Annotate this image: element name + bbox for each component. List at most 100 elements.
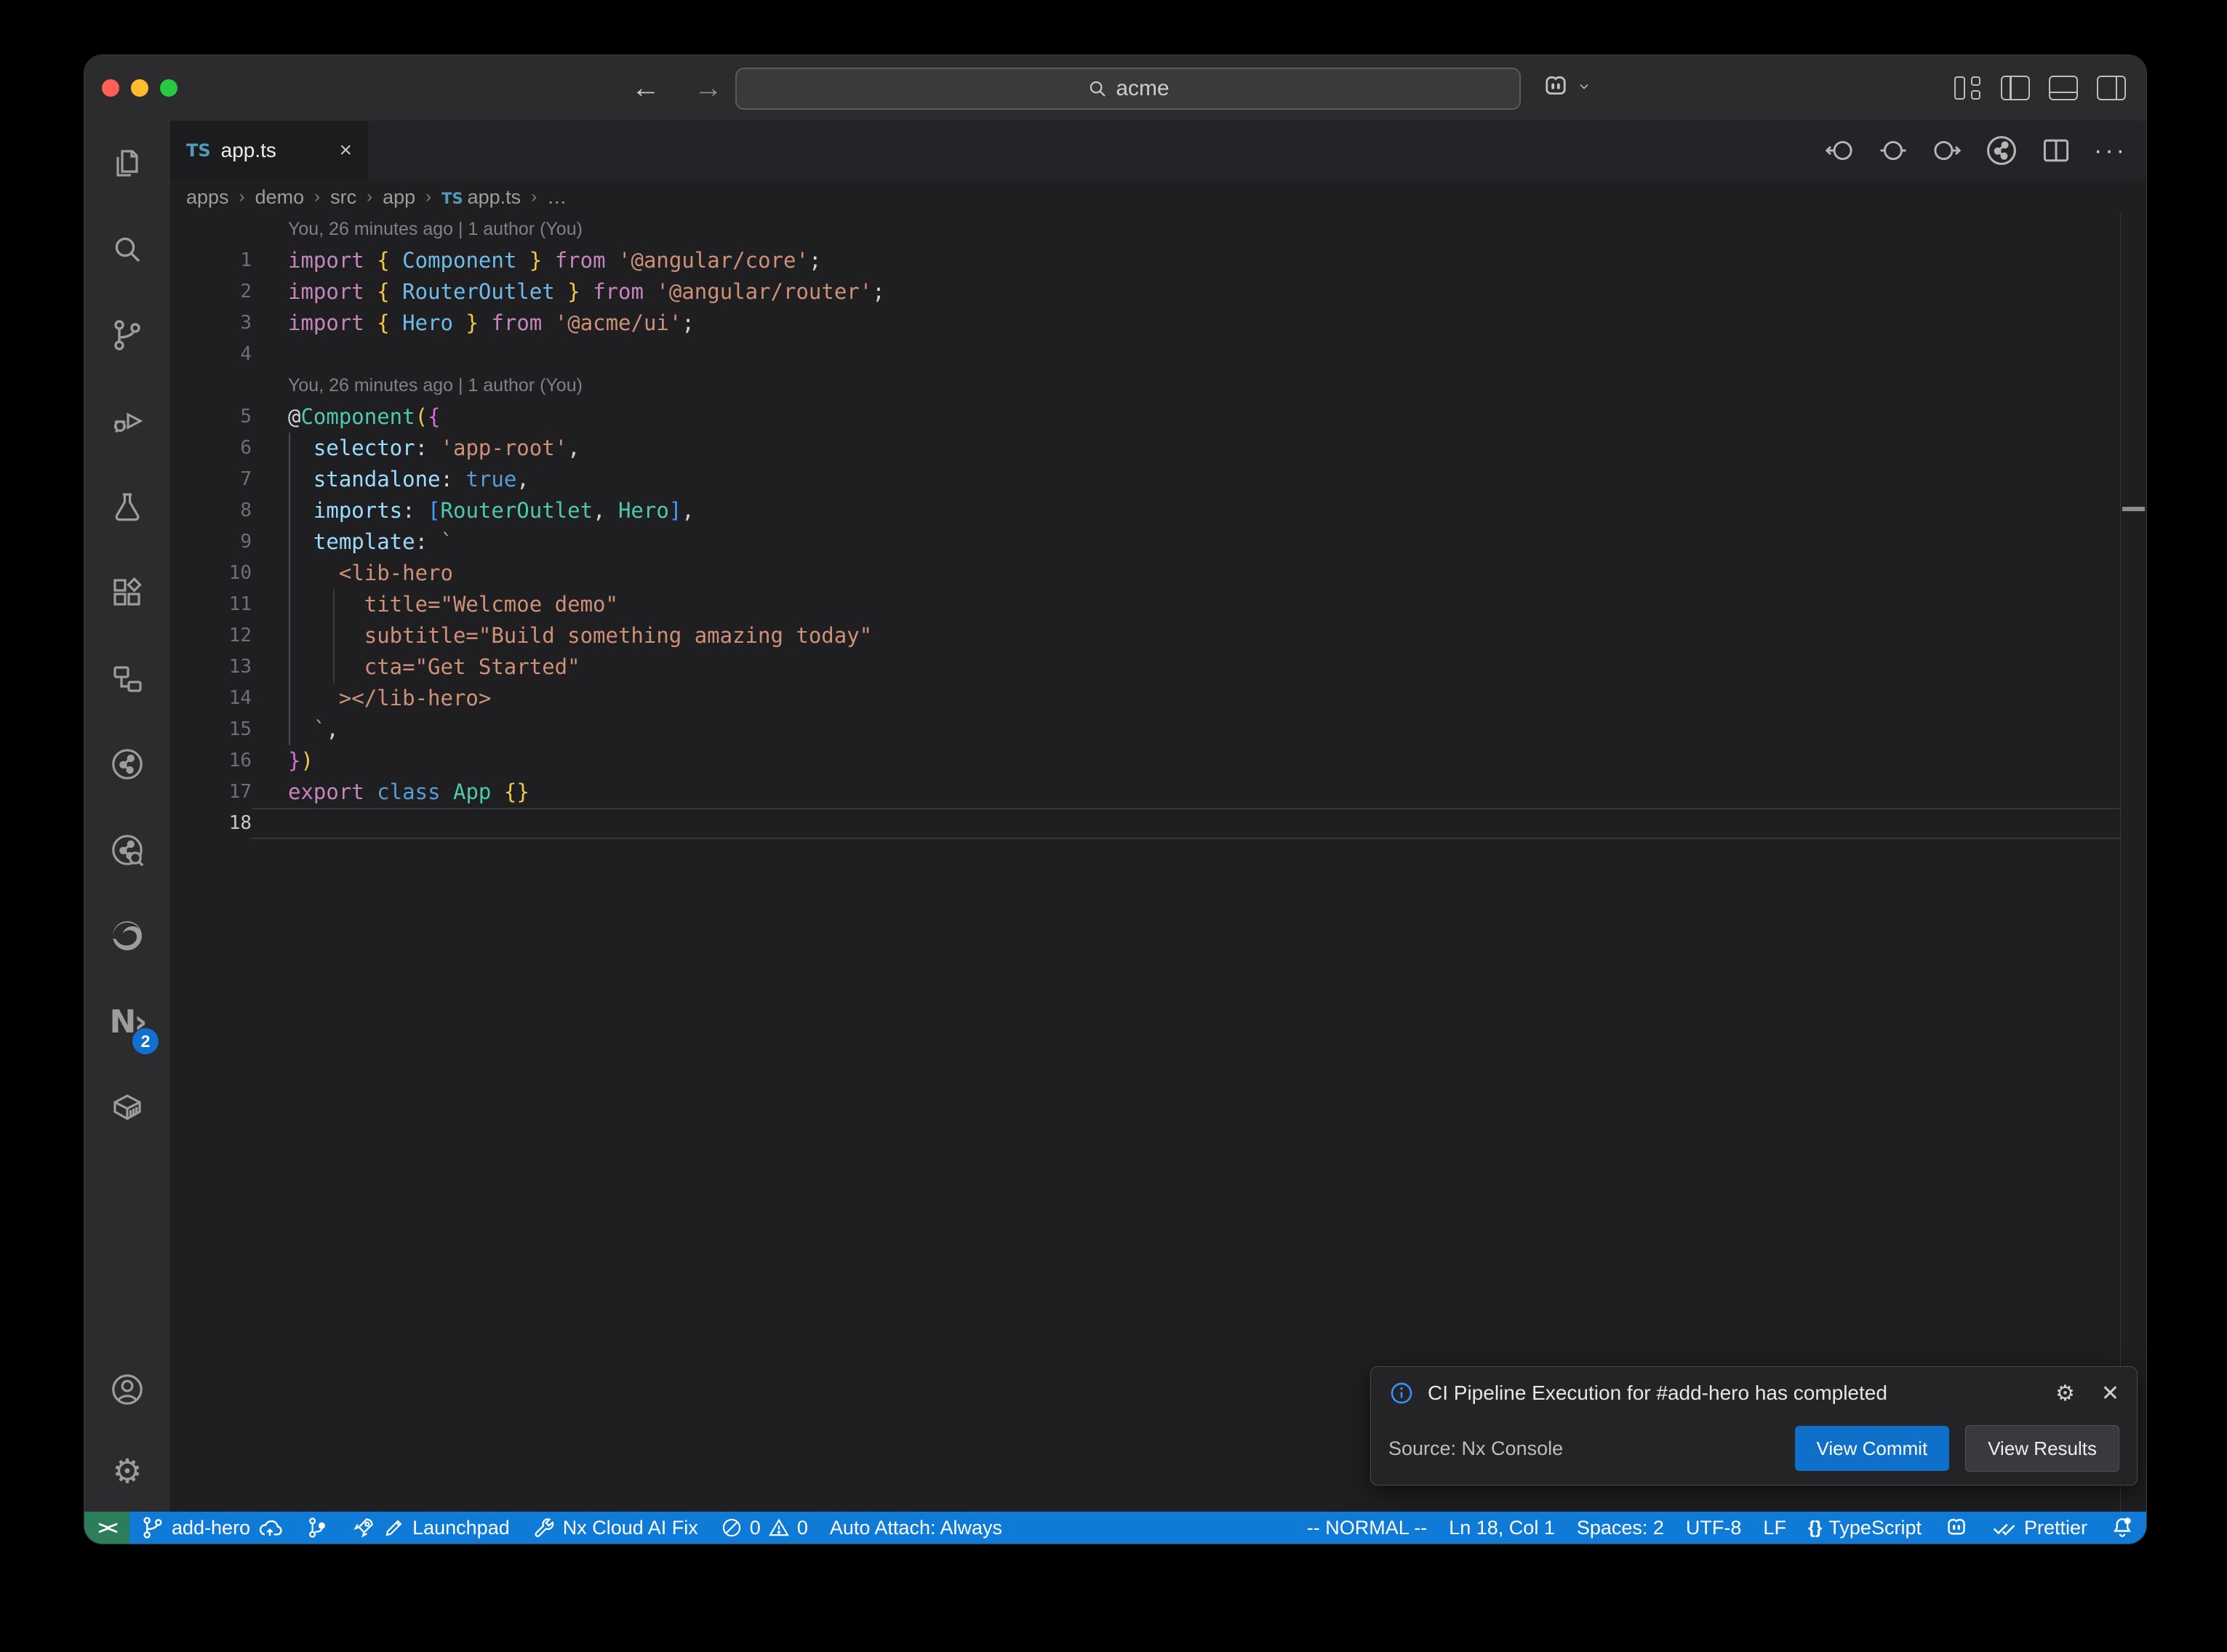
language-status[interactable]: {} TypeScript [1797,1512,1932,1544]
eol-status[interactable]: LF [1752,1512,1797,1544]
problems-status[interactable]: 0 0 [709,1512,819,1544]
tab-label: app.ts [221,139,329,162]
editor-actions: ··· [1823,121,2146,180]
copilot-status[interactable] [1932,1512,1980,1544]
sidebar-item-source-control[interactable] [84,292,170,378]
view-commit-button[interactable]: View Commit [1795,1426,1950,1471]
sidebar-item-explorer[interactable] [84,121,170,206]
editor-scrollbar[interactable] [2120,214,2146,1512]
notifications-status[interactable] [2098,1512,2146,1544]
sidebar-item-graph[interactable] [84,721,170,807]
code-line[interactable]: `, [252,714,339,745]
notification-settings-icon[interactable]: ⚙ [2055,1381,2075,1406]
code-line[interactable]: <lib-hero [252,558,453,589]
titlebar: ← → acme [84,55,2146,121]
sidebar-item-hierarchy[interactable] [84,635,170,721]
encoding-status[interactable]: UTF-8 [1675,1512,1753,1544]
current-change-icon[interactable] [1877,135,1909,167]
code-line[interactable]: selector: 'app-root', [252,433,580,464]
source-control-icon [110,318,145,353]
editor-group: TS app.ts × ··· apps›demo›src›app›TSapp.… [170,121,2146,1512]
line-number: 8 [170,495,252,526]
toggle-panel-icon[interactable] [2049,76,2078,100]
code-line[interactable]: import { Hero } from '@acme/ui'; [252,308,695,339]
code-line[interactable]: cta="Get Started" [252,651,580,683]
copilot-menu[interactable] [1540,71,1591,102]
forward-arrow-icon[interactable]: → [694,55,723,121]
next-change-icon[interactable] [1931,135,1963,167]
remote-indicator[interactable]: >< [84,1512,129,1544]
testing-icon [110,489,145,524]
launchpad-status[interactable]: Launchpad [340,1512,521,1544]
code-row: 4 [170,339,2146,370]
auto-attach-status[interactable]: Auto Attach: Always [819,1512,1013,1544]
code-line[interactable]: import { Component } from '@angular/core… [252,245,821,276]
errors-icon [720,1516,743,1539]
code-line[interactable]: import { RouterOutlet } from '@angular/r… [252,276,885,308]
sidebar-item-nx-console[interactable]: N› 2 [84,979,170,1064]
code-row: 10 <lib-hero [170,558,2146,589]
code-line[interactable]: standalone: true, [252,464,529,495]
cursor-position-status[interactable]: Ln 18, Col 1 [1438,1512,1566,1544]
code-line[interactable] [252,339,288,370]
close-window-button[interactable] [102,79,119,97]
commit-graph-status[interactable] [294,1512,340,1544]
close-tab-icon[interactable]: × [339,138,352,163]
back-arrow-icon[interactable]: ← [631,55,660,121]
code-line[interactable] [252,808,288,839]
vim-mode-status[interactable]: -- NORMAL -- [1296,1512,1438,1544]
sidebar-item-testing[interactable] [84,464,170,550]
sidebar-item-container[interactable] [84,1064,170,1150]
nx-fix-label: Nx Cloud AI Fix [563,1517,698,1539]
sidebar-item-account[interactable] [84,1349,170,1430]
code-line[interactable]: ></lib-hero> [252,683,491,714]
sidebar-item-graph-search[interactable] [84,807,170,893]
sidebar-item-settings[interactable]: ⚙ [84,1430,170,1512]
nx-cloud-fix-status[interactable]: Nx Cloud AI Fix [521,1512,709,1544]
sidebar-item-search[interactable] [84,206,170,292]
breadcrumb-item[interactable]: app [383,186,415,209]
close-notification-icon[interactable]: ✕ [2101,1381,2119,1406]
minimize-window-button[interactable] [131,79,148,97]
overview-ruler-marker [2122,507,2145,511]
sidebar-item-run-debug[interactable] [84,378,170,464]
code-row: 15 `, [170,714,2146,745]
breadcrumb-item[interactable]: src [330,186,356,209]
code-line[interactable]: export class App {} [252,777,529,808]
indentation-status[interactable]: Spaces: 2 [1566,1512,1675,1544]
breadcrumb-item[interactable]: … [547,186,567,209]
code-line[interactable]: @Component({ [252,401,441,433]
breadcrumb-item[interactable]: TSapp.ts [441,186,521,209]
split-editor-icon[interactable] [2040,135,2072,167]
line-number: 16 [170,745,252,777]
toggle-secondary-sidebar-icon[interactable] [2097,76,2126,100]
code-line[interactable]: template: ` [252,526,453,558]
breadcrumb-item[interactable]: demo [255,186,305,209]
breadcrumb-separator: › [367,187,372,207]
tab-app-ts[interactable]: TS app.ts × [170,121,368,180]
edge-tools-icon [110,918,145,953]
view-results-button[interactable]: View Results [1965,1425,2119,1472]
code-line[interactable]: imports: [RouterOutlet, Hero], [252,495,695,526]
sidebar-item-edge-tools[interactable] [84,893,170,979]
code-line[interactable]: title="Welcmoe demo" [252,589,618,620]
zoom-window-button[interactable] [160,79,177,97]
command-center-search[interactable]: acme [735,68,1521,110]
line-number: 12 [170,620,252,651]
code-line[interactable]: }) [252,745,313,777]
branch-status[interactable]: add-hero [129,1512,294,1544]
prettier-status[interactable]: Prettier [1980,1512,2098,1544]
nx-graph-icon[interactable] [1985,134,2018,167]
toggle-sidebar-icon[interactable] [2001,76,2030,100]
code-editor[interactable]: You, 26 minutes ago | 1 author (You)1imp… [170,214,2146,1512]
previous-change-icon[interactable] [1823,135,1855,167]
run-debug-icon [110,404,145,438]
sidebar-item-extensions[interactable] [84,550,170,635]
line-number: 1 [170,245,252,276]
breadcrumb-item[interactable]: apps [186,186,229,209]
more-actions-icon[interactable]: ··· [2094,137,2127,165]
code-line[interactable]: subtitle="Build something amazing today" [252,620,872,651]
commit-graph-icon [305,1515,329,1540]
project-hierarchy-icon [110,661,145,696]
customize-layout-icon[interactable] [1953,75,1982,101]
